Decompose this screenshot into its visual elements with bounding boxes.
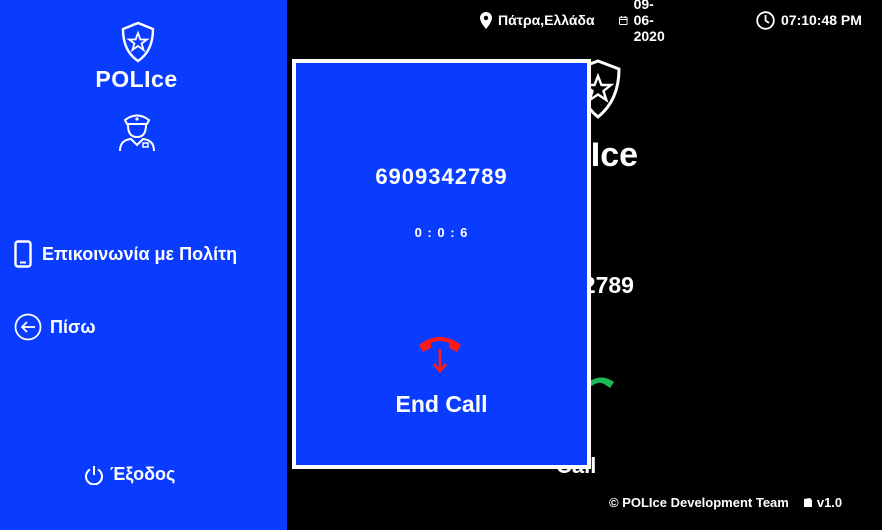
sidebar: POLIce Επικοινωνία με Πολίτη Πίσω Έξοδος — [0, 0, 287, 530]
location-pin-icon — [480, 11, 492, 29]
nav-item-back[interactable]: Πίσω — [14, 313, 96, 341]
footer: © POLIce Development Team v1.0 — [609, 495, 842, 510]
footer-team: © POLIce Development Team — [609, 495, 789, 510]
time-indicator: 07:10:48 PM — [756, 10, 862, 30]
exit-label: Έξοδος — [110, 464, 176, 484]
nav-item-label: Πίσω — [50, 316, 96, 337]
location-text: Πάτρα,Ελλάδα — [498, 12, 595, 28]
location-indicator: Πάτρα,Ελλάδα — [480, 11, 595, 29]
smartphone-icon — [14, 240, 32, 268]
call-timer: 0 : 0 : 6 — [414, 225, 469, 240]
calendar-icon — [619, 15, 628, 25]
nav-item-citizen-communication[interactable]: Επικοινωνία με Πολίτη — [14, 240, 237, 268]
hang-up-icon[interactable] — [417, 331, 463, 375]
end-call-button[interactable]: End Call — [296, 391, 587, 418]
version-indicator: v1.0 — [803, 495, 842, 510]
version-icon — [803, 498, 812, 507]
police-officer-icon — [119, 114, 155, 152]
date-text: 09-06-2020 — [633, 0, 665, 44]
clock-icon — [756, 10, 775, 30]
nav-item-label: Επικοινωνία με Πολίτη — [42, 243, 238, 264]
call-dialog: 6909342789 0 : 0 : 6 End Call — [292, 59, 591, 469]
power-icon — [85, 465, 103, 485]
time-text: 07:10:48 PM — [781, 12, 862, 28]
arrow-left-circle-icon — [14, 313, 42, 341]
date-indicator: 09-06-2020 — [619, 0, 672, 44]
police-badge-icon — [121, 21, 155, 63]
exit-button[interactable]: Έξοδος — [84, 464, 175, 485]
app-title: POLIce — [95, 66, 178, 92]
caller-number: 6909342789 — [375, 164, 508, 189]
version-text: v1.0 — [816, 495, 843, 510]
